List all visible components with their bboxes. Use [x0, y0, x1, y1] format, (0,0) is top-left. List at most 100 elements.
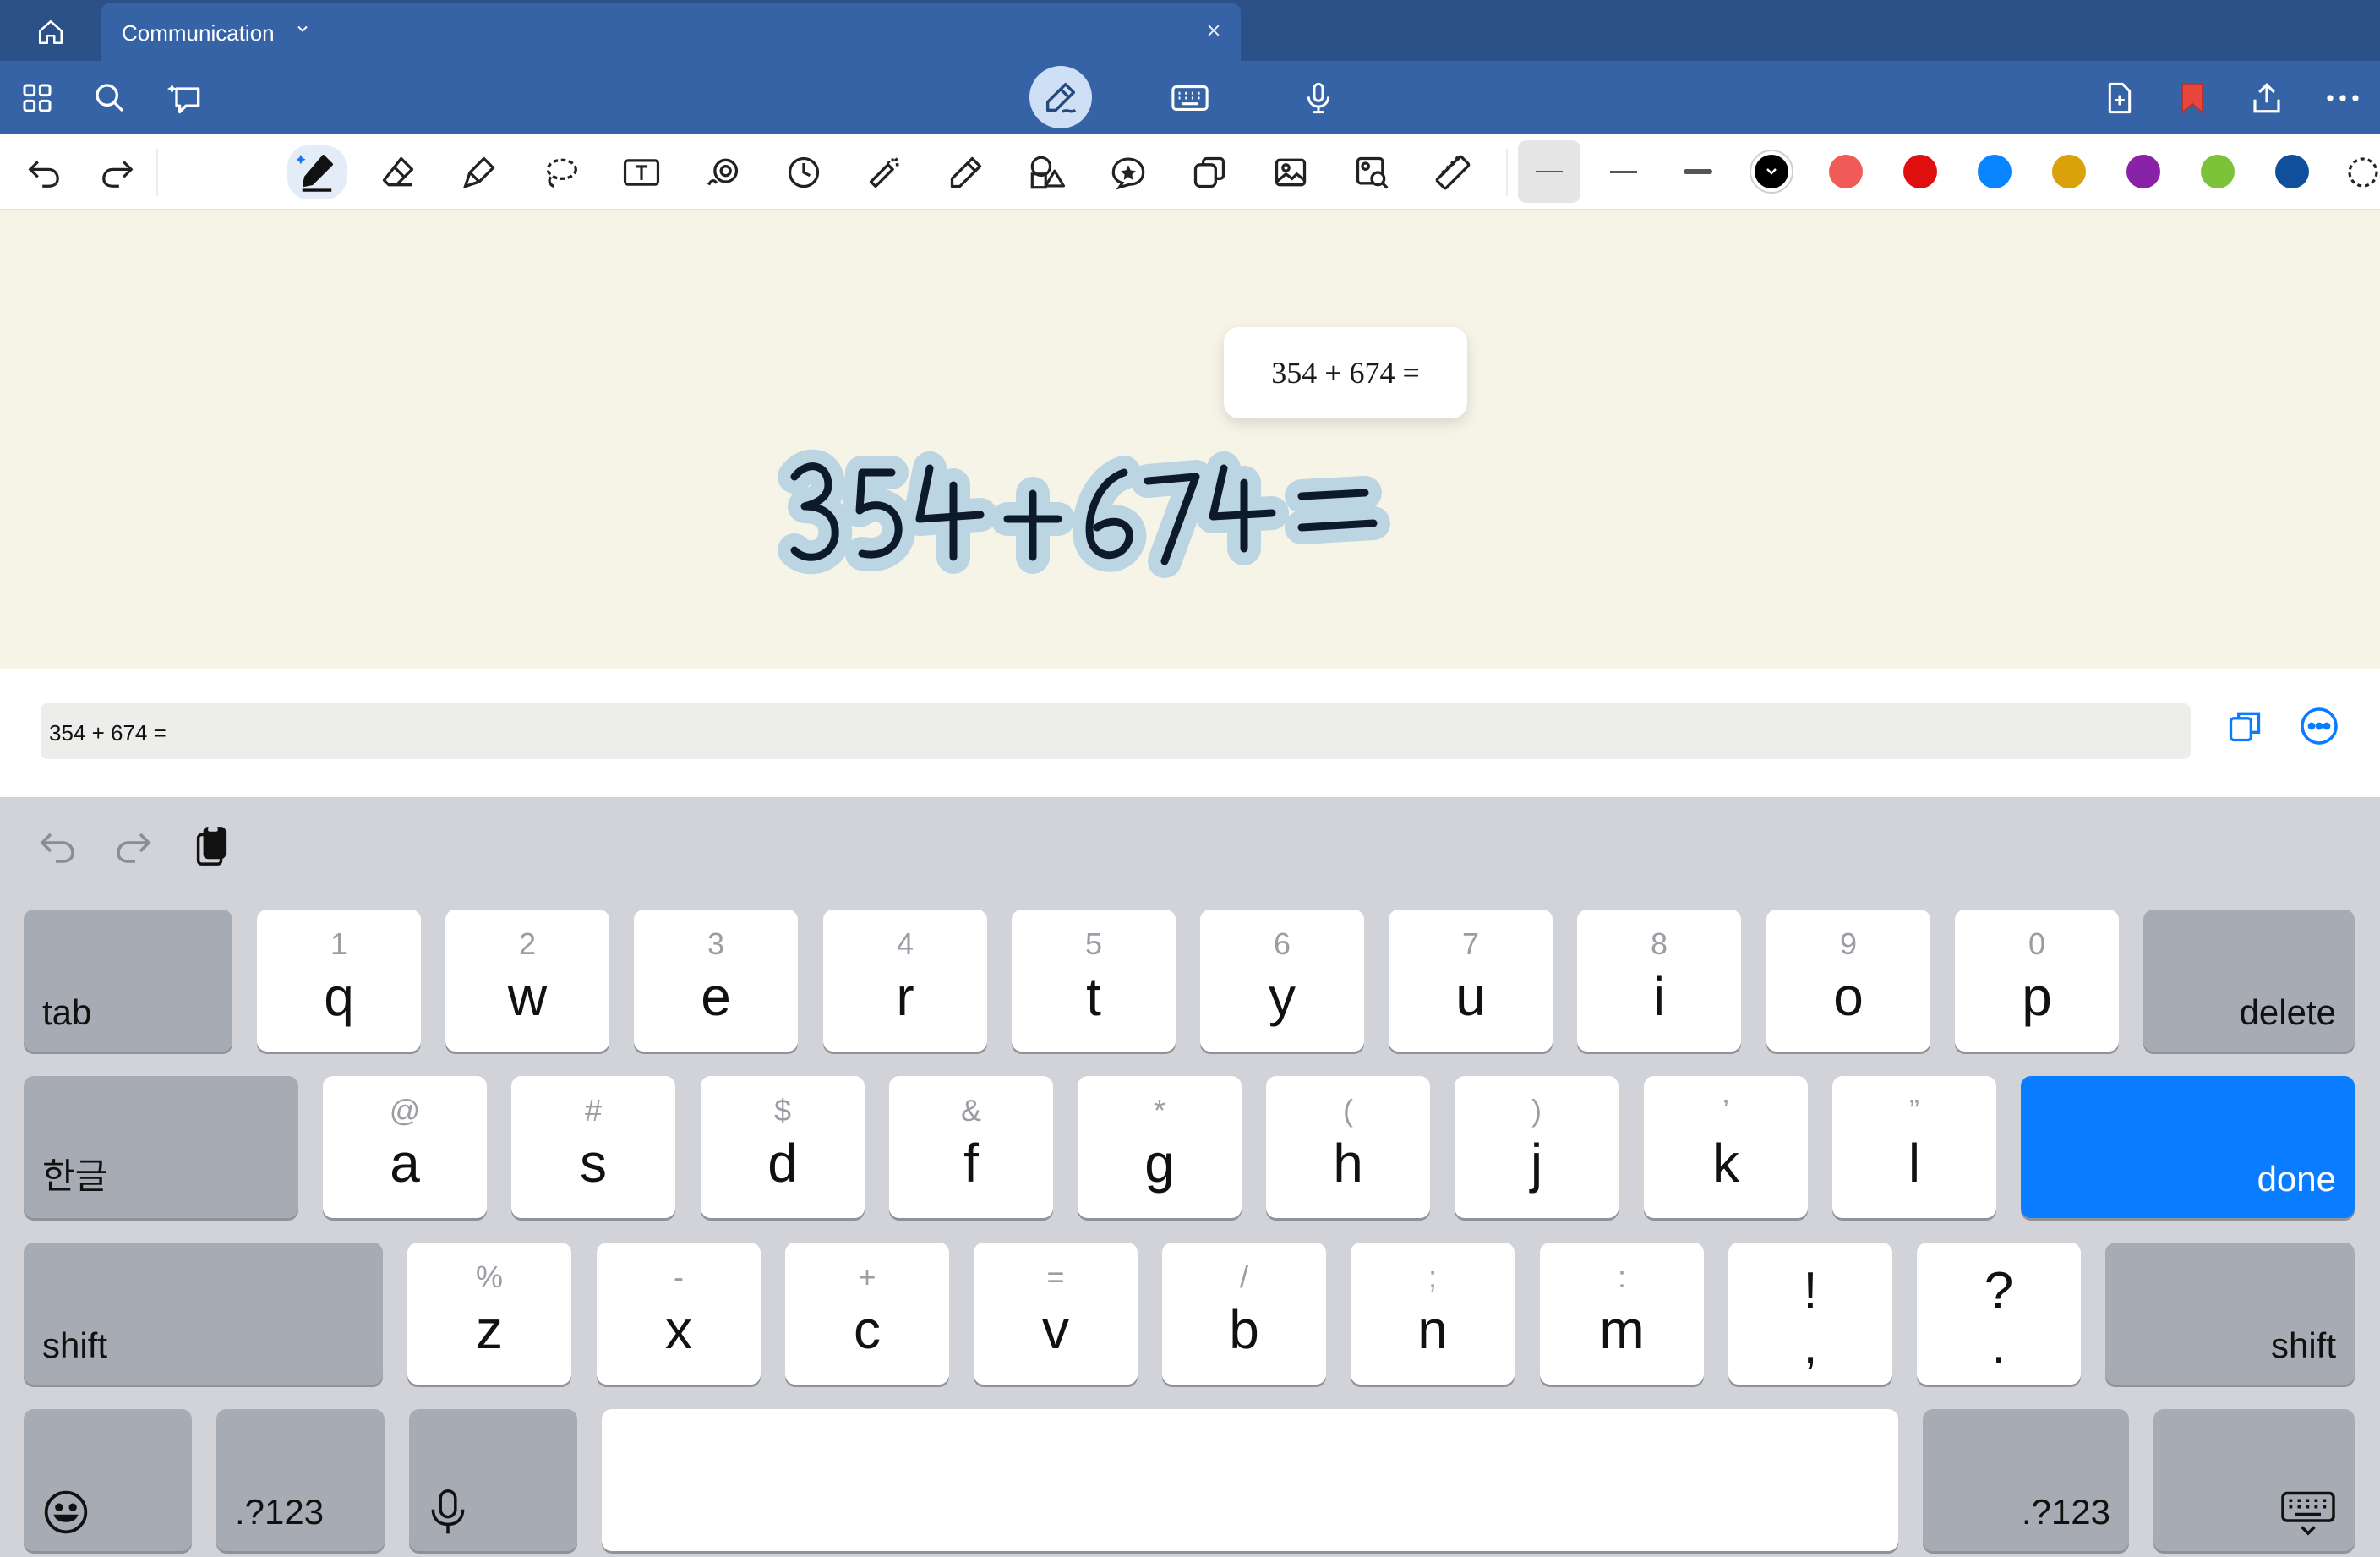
key-h[interactable]: (h: [1266, 1076, 1430, 1218]
close-tab-icon[interactable]: [1205, 22, 1222, 43]
key-t[interactable]: 5t: [1012, 910, 1176, 1052]
shapes-tool-icon[interactable]: [1026, 151, 1068, 194]
color-swatch-coral[interactable]: [1829, 155, 1863, 188]
add-page-icon[interactable]: [2099, 78, 2140, 118]
document-tab[interactable]: Communication: [101, 3, 1241, 61]
search-icon[interactable]: [90, 78, 130, 118]
key-b[interactable]: / b: [1162, 1243, 1326, 1385]
recognized-text-field[interactable]: 354 + 674 =: [41, 703, 2191, 759]
toolbar-divider: [1506, 149, 1508, 196]
delete-key[interactable]: delete: [2143, 910, 2355, 1052]
microphone-icon[interactable]: [1298, 78, 1339, 118]
more-icon[interactable]: [2323, 78, 2363, 118]
toolbar-divider: [156, 149, 158, 196]
ruler-tool-icon[interactable]: [1432, 151, 1474, 194]
color-swatch-navy[interactable]: [2275, 155, 2309, 188]
space-key[interactable]: [602, 1409, 1898, 1551]
key-l[interactable]: ” l: [1832, 1076, 1996, 1218]
redo-icon[interactable]: [96, 151, 139, 194]
key-u[interactable]: 7u: [1389, 910, 1553, 1052]
emoji-icon: [44, 1490, 88, 1534]
language-switch-key[interactable]: 한글: [24, 1076, 298, 1218]
color-swatch-blue[interactable]: [1978, 155, 2012, 188]
stroke-medium-option[interactable]: [1592, 140, 1655, 203]
home-icon[interactable]: [32, 15, 69, 49]
key-r[interactable]: 4r: [823, 910, 987, 1052]
shift-key-left[interactable]: shift: [24, 1243, 383, 1385]
key-e[interactable]: 3e: [634, 910, 798, 1052]
color-swatch-gold[interactable]: [2052, 155, 2086, 188]
key-n[interactable]: ; n: [1351, 1243, 1515, 1385]
keyboard-undo-icon[interactable]: [34, 822, 81, 870]
stroke-thin-option[interactable]: [1518, 140, 1580, 203]
audio-record-icon[interactable]: [701, 151, 744, 194]
key-exclaim-comma[interactable]: !,: [1728, 1243, 1892, 1385]
handwritten-expression[interactable]: [744, 439, 1488, 582]
pencil-tool-icon[interactable]: [945, 151, 987, 194]
key-o[interactable]: 9o: [1766, 910, 1930, 1052]
key-k[interactable]: ’ k: [1644, 1076, 1808, 1218]
tools-bar: [0, 134, 2380, 210]
stroke-thick-option[interactable]: [1667, 140, 1729, 203]
copy-icon[interactable]: [2219, 701, 2270, 751]
image-search-icon[interactable]: [1351, 151, 1393, 194]
color-swatch-green[interactable]: [2201, 155, 2235, 188]
clipboard-paste-icon[interactable]: [188, 822, 235, 870]
pen-mode-icon[interactable]: [1029, 66, 1092, 128]
key-g[interactable]: * g: [1078, 1076, 1242, 1218]
color-picker-icon[interactable]: [2346, 154, 2380, 195]
keyboard-mode-icon[interactable]: [1170, 78, 1210, 118]
key-c[interactable]: + c: [785, 1243, 949, 1385]
key-q[interactable]: 1q: [257, 910, 421, 1052]
key-z[interactable]: % z: [407, 1243, 571, 1385]
color-swatch-red[interactable]: [1903, 155, 1937, 188]
done-key[interactable]: done: [2021, 1076, 2355, 1218]
bookmark-icon[interactable]: [2172, 78, 2213, 118]
keyboard-dismiss-icon: [2281, 1491, 2335, 1536]
copy-element-icon[interactable]: [1188, 151, 1231, 194]
document-tab-title: Communication: [122, 20, 275, 46]
color-swatch-black[interactable]: [1750, 150, 1793, 194]
dictation-key[interactable]: [409, 1409, 577, 1551]
lasso-tool-icon[interactable]: [539, 151, 581, 194]
grid-icon[interactable]: [17, 78, 57, 118]
numbers-key-right[interactable]: .?123: [1923, 1409, 2129, 1551]
tab-key[interactable]: tab: [24, 910, 232, 1052]
key-y[interactable]: 6y: [1200, 910, 1364, 1052]
pen-tool-icon[interactable]: [287, 145, 347, 199]
tab-strip: Communication: [0, 0, 2380, 61]
shift-key-right[interactable]: shift: [2105, 1243, 2355, 1385]
keyboard-redo-icon[interactable]: [110, 822, 157, 870]
key-w[interactable]: 2w: [445, 910, 609, 1052]
chevron-down-icon[interactable]: [294, 20, 311, 41]
key-v[interactable]: = v: [974, 1243, 1138, 1385]
key-question-period[interactable]: ?.: [1917, 1243, 2081, 1385]
note-canvas[interactable]: 354 + 674 =: [0, 210, 2380, 669]
sticker-tool-icon[interactable]: [1107, 151, 1149, 194]
math-result-popup[interactable]: 354 + 674 =: [1224, 327, 1467, 418]
color-swatch-purple[interactable]: [2126, 155, 2160, 188]
recognition-strip: 354 + 674 =: [0, 669, 2380, 797]
key-a[interactable]: @ a: [323, 1076, 487, 1218]
numbers-key-left[interactable]: .?123: [216, 1409, 385, 1551]
key-m[interactable]: :m: [1540, 1243, 1704, 1385]
text-tool-icon[interactable]: [620, 151, 663, 194]
clock-icon[interactable]: [783, 151, 825, 194]
image-tool-icon[interactable]: [1269, 151, 1312, 194]
key-j[interactable]: ) j: [1455, 1076, 1619, 1218]
key-d[interactable]: $ d: [701, 1076, 865, 1218]
more-options-icon[interactable]: [2294, 701, 2345, 751]
emoji-key[interactable]: [24, 1409, 192, 1551]
key-x[interactable]: -x: [597, 1243, 761, 1385]
eraser-tool-icon[interactable]: [377, 151, 419, 194]
ai-assist-icon[interactable]: [166, 78, 206, 118]
key-p[interactable]: 0p: [1955, 910, 2119, 1052]
key-i[interactable]: 8i: [1577, 910, 1741, 1052]
undo-icon[interactable]: [23, 151, 65, 194]
hide-keyboard-key[interactable]: [2153, 1409, 2355, 1551]
key-s[interactable]: # s: [511, 1076, 675, 1218]
highlighter-tool-icon[interactable]: [458, 151, 500, 194]
laser-pointer-icon[interactable]: [864, 151, 906, 194]
share-icon[interactable]: [2246, 78, 2287, 118]
key-f[interactable]: & f: [889, 1076, 1053, 1218]
